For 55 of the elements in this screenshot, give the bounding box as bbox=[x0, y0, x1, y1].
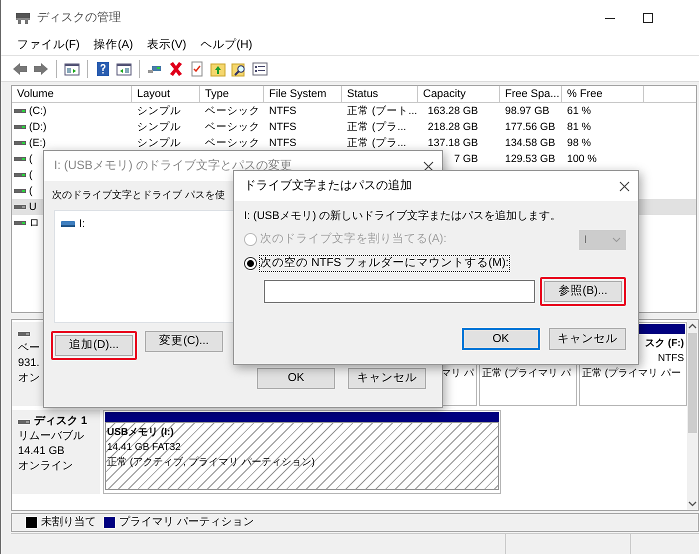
table-cell-text: (E:) bbox=[29, 136, 46, 151]
table-cell: 137.18 GB bbox=[428, 137, 478, 149]
table-cell-text: ( bbox=[29, 152, 32, 167]
table-cell: 98 % bbox=[567, 137, 591, 149]
table-cell: 163.28 GB bbox=[428, 105, 478, 117]
table-cell-text: ( bbox=[29, 184, 32, 199]
table-cell-text: ( bbox=[29, 168, 32, 183]
disk-info: ベー bbox=[18, 342, 40, 354]
table-cell: 100 % bbox=[567, 153, 597, 165]
table-cell: 正常 (プラ... bbox=[347, 121, 406, 133]
dialog-description: 次のドライブ文字とドライブ パスを使 bbox=[52, 189, 226, 202]
partition-status: 正常 (プライマリ パ bbox=[482, 368, 571, 379]
table-cell: NTFS bbox=[269, 137, 296, 149]
table-cell: 129.53 GB bbox=[505, 153, 556, 165]
table-cell: NTFS bbox=[269, 121, 296, 133]
partition-status: マリ パ bbox=[441, 368, 474, 379]
table-cell: シンプル bbox=[137, 105, 181, 117]
disk-info: オン bbox=[18, 372, 40, 384]
window-title: ディスクの管理 bbox=[37, 10, 121, 26]
table-cell: 177.56 GB bbox=[505, 121, 556, 133]
partition-name: スク (F:) bbox=[645, 338, 684, 349]
table-cell: 134.58 GB bbox=[505, 137, 556, 149]
option-label: 次の空の NTFS フォルダーにマウントする(M): bbox=[260, 256, 509, 271]
table-cell: 61 % bbox=[567, 105, 591, 117]
disk-info: リムーバブル bbox=[18, 430, 84, 442]
table-cell: 正常 (ブート... bbox=[347, 105, 418, 117]
table-cell-text: ロ bbox=[29, 216, 40, 231]
disk-info: オンライン bbox=[18, 460, 73, 472]
table-cell-text: (C:) bbox=[29, 104, 46, 119]
table-cell-text: (D:) bbox=[29, 120, 46, 135]
disk-info: 14.41 GB bbox=[18, 445, 64, 457]
table-cell: 218.28 GB bbox=[428, 121, 478, 133]
table-cell: 81 % bbox=[567, 121, 591, 133]
disk-name: ディスク 1 bbox=[34, 414, 88, 429]
table-cell: シンプル bbox=[137, 137, 181, 149]
table-cell: シンプル bbox=[137, 121, 181, 133]
table-cell: ベーシック bbox=[205, 121, 260, 133]
dialog-title: ドライブ文字またはパスの追加 bbox=[244, 178, 412, 194]
table-cell: 7 GB bbox=[454, 153, 478, 165]
option-label: 次のドライブ文字を割り当てる(A): bbox=[260, 232, 447, 248]
legend-label: プライマリ パーティション bbox=[119, 515, 254, 530]
partition-size: 14.41 GB FAT32 bbox=[107, 442, 181, 453]
table-cell: 98.97 GB bbox=[505, 105, 550, 117]
table-cell: 正常 (プラ... bbox=[347, 137, 406, 149]
disk-info: 931. bbox=[18, 357, 40, 369]
dialog-description: I: (USBメモリ) の新しいドライブ文字またはパスを追加します。 bbox=[244, 209, 562, 224]
legend-label: 未割り当て bbox=[41, 515, 96, 530]
table-cell-text: U bbox=[29, 200, 37, 215]
table-cell: ベーシック bbox=[205, 105, 260, 117]
partition-status: 正常 (アクティブ, プライマリ パーティション) bbox=[107, 457, 315, 468]
table-cell: ベーシック bbox=[205, 137, 260, 149]
partition-size: NTFS bbox=[658, 353, 684, 364]
partition-status: 正常 (プライマリ パー bbox=[582, 368, 681, 379]
partition-name: USBメモリ (I:) bbox=[107, 427, 174, 438]
table-cell: NTFS bbox=[269, 105, 296, 117]
